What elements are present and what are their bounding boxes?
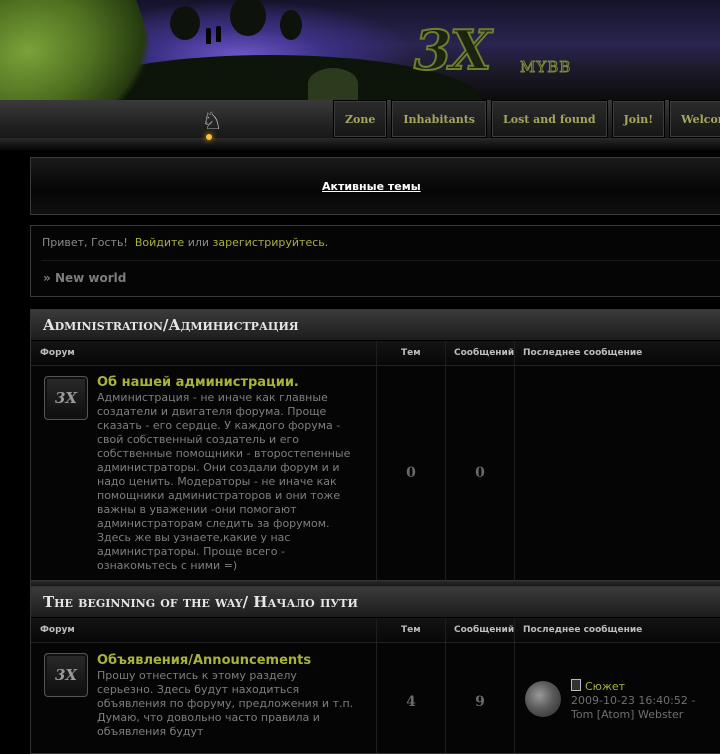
col-topics: Тем bbox=[401, 348, 421, 358]
forum-title[interactable]: Объявления/Announcements bbox=[97, 653, 311, 668]
last-post-title-text: Сюжет bbox=[585, 680, 626, 693]
column-headers: Форум Тем Сообщений Последнее сообщение bbox=[31, 618, 720, 643]
last-post-title[interactable]: Сюжет bbox=[571, 679, 625, 693]
nav-lost-and-found[interactable]: Lost and found bbox=[491, 100, 608, 138]
breadcrumb-separator: » bbox=[43, 271, 51, 285]
mascot-icon: ♘ bbox=[201, 107, 223, 135]
column-headers: Форум Тем Сообщений Последнее сообщение bbox=[31, 341, 720, 366]
category-beginning: The beginning of the way/ Начало пути Фо… bbox=[30, 586, 720, 754]
forum-description: Прошу отнестись к этому разделу серьезно… bbox=[97, 669, 354, 738]
welcome-panel: Привет, Гость! Войдите или зарегистрируй… bbox=[30, 225, 720, 297]
topics-count: 4 bbox=[406, 694, 416, 710]
column-divider bbox=[514, 618, 515, 642]
col-forum: Форум bbox=[40, 625, 75, 635]
category-title[interactable]: The beginning of the way/ Начало пути bbox=[31, 587, 720, 618]
greeting-text: Привет, Гость! bbox=[42, 236, 128, 249]
column-divider bbox=[514, 341, 515, 365]
site-logo-subtitle: MYBB bbox=[519, 58, 572, 77]
posts-count: 9 bbox=[475, 694, 485, 710]
forum-icon: 3X bbox=[44, 653, 88, 697]
site-logo[interactable]: 3X bbox=[413, 17, 493, 83]
col-posts: Сообщений bbox=[454, 625, 515, 635]
forum-description: Администрация - не иначе как главные соз… bbox=[97, 391, 351, 572]
spark-icon bbox=[206, 134, 212, 140]
nav-shadow bbox=[0, 138, 720, 150]
header-banner: 3X MYBB bbox=[0, 0, 720, 100]
col-posts: Сообщений bbox=[454, 348, 515, 358]
breadcrumb: » New world bbox=[43, 271, 126, 285]
last-post-date: 2009-10-23 16:40:52 - bbox=[571, 694, 696, 707]
breadcrumb-link[interactable]: New world bbox=[55, 271, 126, 285]
tree-silhouette bbox=[170, 6, 200, 40]
divider bbox=[41, 260, 720, 261]
active-topics-link[interactable]: Активные темы bbox=[322, 180, 421, 193]
person-silhouette bbox=[206, 28, 211, 44]
posts-count: 0 bbox=[475, 465, 485, 481]
column-divider bbox=[445, 341, 446, 365]
column-divider bbox=[514, 643, 515, 753]
main-nav: Zone Inhabitants Lost and found Join! We… bbox=[333, 100, 720, 138]
or-text: или bbox=[187, 236, 210, 249]
active-topics-panel: Активные темы bbox=[30, 157, 720, 215]
forum-row: 3X Объявления/Announcements Прошу отнест… bbox=[31, 643, 720, 753]
column-divider bbox=[376, 618, 377, 642]
tree-silhouette bbox=[280, 10, 302, 40]
user-avatar[interactable] bbox=[525, 681, 561, 717]
last-post-author[interactable]: Tom [Atom] Webster bbox=[571, 708, 683, 721]
col-topics: Тем bbox=[401, 625, 421, 635]
nav-zone[interactable]: Zone bbox=[333, 100, 388, 138]
nav-welcome[interactable]: Welcome bbox=[669, 100, 720, 138]
column-divider bbox=[445, 618, 446, 642]
register-link[interactable]: зарегистрируйтесь. bbox=[213, 236, 329, 249]
nav-inhabitants[interactable]: Inhabitants bbox=[391, 100, 487, 138]
login-link[interactable]: Войдите bbox=[135, 236, 184, 249]
column-divider bbox=[514, 366, 515, 580]
category-administration: Administration/Администрация Форум Тем С… bbox=[30, 309, 720, 590]
category-title[interactable]: Administration/Администрация bbox=[31, 310, 720, 341]
forum-title[interactable]: Об нашей администрации. bbox=[97, 375, 299, 390]
nav-join[interactable]: Join! bbox=[611, 100, 666, 138]
document-icon bbox=[571, 679, 581, 691]
forum-row: 3X Об нашей администрации. Администрация… bbox=[31, 366, 720, 580]
helmet-image bbox=[308, 68, 358, 100]
col-last-post: Последнее сообщение bbox=[523, 625, 643, 635]
forum-icon: 3X bbox=[44, 376, 88, 420]
col-last-post: Последнее сообщение bbox=[523, 348, 643, 358]
column-divider bbox=[376, 341, 377, 365]
greeting: Привет, Гость! Войдите или зарегистрируй… bbox=[42, 236, 328, 249]
col-forum: Форум bbox=[40, 348, 75, 358]
person-silhouette bbox=[216, 26, 221, 42]
topics-count: 0 bbox=[406, 465, 416, 481]
